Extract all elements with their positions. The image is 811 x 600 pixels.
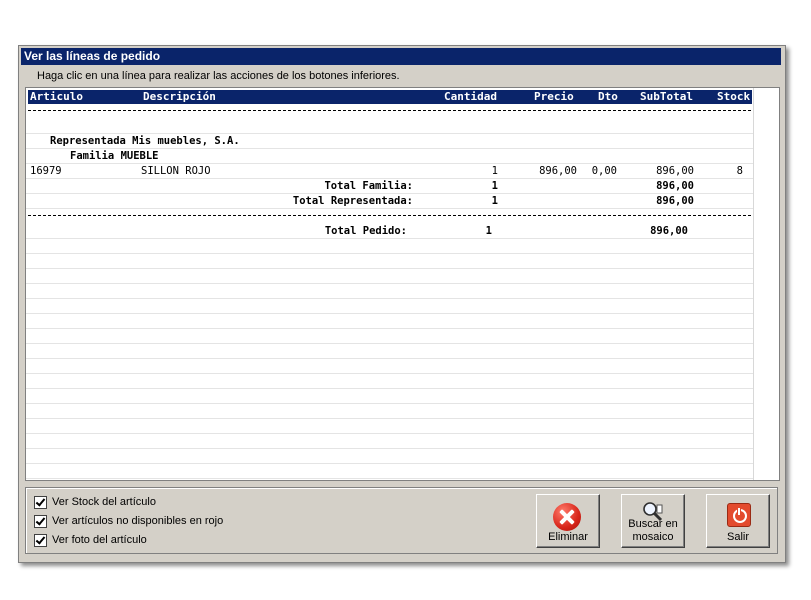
- familia-label: Familia MUEBLE: [70, 150, 159, 162]
- window-title: Ver las líneas de pedido: [21, 48, 781, 65]
- item-subtotal: 896,00: [656, 165, 694, 177]
- eliminar-label: Eliminar: [548, 531, 588, 543]
- option-ver-no-disponibles-label: Ver artículos no disponibles en rojo: [52, 515, 224, 527]
- item-cantidad: 1: [491, 165, 498, 177]
- total-familia-cantidad: 1: [491, 180, 498, 192]
- separator-row: [26, 104, 753, 119]
- order-lines-grid[interactable]: Articulo Descripción Cantidad Precio Dto…: [25, 87, 780, 481]
- table-row-familia[interactable]: Familia MUEBLE: [26, 149, 753, 164]
- eliminar-button[interactable]: Eliminar: [536, 494, 600, 548]
- col-dto[interactable]: Dto: [598, 90, 618, 104]
- instruction-text: Haga clic en una línea para realizar las…: [37, 70, 400, 82]
- total-pedido-cantidad: 1: [485, 225, 492, 237]
- representada-label: Representada Mis muebles, S.A.: [50, 135, 240, 147]
- checkbox-checked-icon[interactable]: [34, 495, 47, 509]
- options-panel: Ver Stock del artículo Ver artículos no …: [25, 487, 778, 554]
- total-representada-subtotal: 896,00: [656, 195, 694, 207]
- option-ver-no-disponibles[interactable]: Ver artículos no disponibles en rojo: [34, 513, 223, 529]
- order-lines-window: Ver las líneas de pedido Haga clic en un…: [18, 45, 786, 563]
- item-precio: 896,00: [539, 165, 577, 177]
- table-row-representada[interactable]: Representada Mis muebles, S.A.: [26, 134, 753, 149]
- total-pedido-subtotal: 896,00: [650, 225, 688, 237]
- table-row[interactable]: [26, 119, 753, 134]
- item-descripcion: SILLON ROJO: [141, 165, 211, 177]
- buscar-label-line1: Buscar en: [628, 518, 678, 530]
- empty-grid-rows: [26, 239, 753, 480]
- total-familia-subtotal: 896,00: [656, 180, 694, 192]
- option-ver-stock-label: Ver Stock del artículo: [52, 496, 156, 508]
- total-representada-cantidad: 1: [491, 195, 498, 207]
- table-row-total-representada[interactable]: Total Representada: 1 896,00: [26, 194, 753, 209]
- buscar-label-line2: mosaico: [632, 531, 674, 543]
- total-familia-label: Total Familia:: [324, 180, 413, 192]
- col-stock[interactable]: Stock: [717, 90, 750, 104]
- col-cantidad[interactable]: Cantidad: [444, 90, 497, 104]
- table-row-total-familia[interactable]: Total Familia: 1 896,00: [26, 179, 753, 194]
- grid-column-divider: [753, 88, 754, 480]
- buscar-mosaico-label: Buscar en mosaico: [622, 518, 684, 544]
- item-dto: 0,00: [591, 165, 617, 177]
- buscar-mosaico-button[interactable]: Buscar en mosaico: [621, 494, 685, 548]
- power-icon: [727, 503, 751, 527]
- col-articulo[interactable]: Articulo: [30, 90, 83, 104]
- delete-x-icon: [553, 503, 581, 531]
- salir-button[interactable]: Salir: [706, 494, 770, 548]
- col-subtotal[interactable]: SubTotal: [640, 90, 693, 104]
- col-descripcion[interactable]: Descripción: [143, 90, 216, 104]
- option-ver-stock[interactable]: Ver Stock del artículo: [34, 494, 156, 510]
- table-row-item[interactable]: 16979 SILLON ROJO 1 896,00 0,00 896,00 8: [26, 164, 753, 179]
- total-pedido-label: Total Pedido:: [324, 225, 407, 237]
- col-precio[interactable]: Precio: [534, 90, 574, 104]
- item-stock: 8: [736, 165, 743, 177]
- grid-rows: Representada Mis muebles, S.A. Familia M…: [26, 104, 753, 480]
- total-representada-label: Total Representada:: [292, 195, 413, 207]
- salir-label: Salir: [726, 531, 749, 543]
- option-ver-foto-label: Ver foto del artículo: [52, 534, 147, 546]
- checkbox-checked-icon[interactable]: [34, 533, 47, 547]
- option-ver-foto[interactable]: Ver foto del artículo: [34, 532, 147, 548]
- item-articulo: 16979: [30, 165, 62, 177]
- table-row-total-pedido[interactable]: Total Pedido: 1 896,00: [26, 224, 753, 239]
- checkbox-checked-icon[interactable]: [34, 514, 47, 528]
- grid-header: Articulo Descripción Cantidad Precio Dto…: [28, 90, 752, 104]
- separator-row: [26, 209, 753, 224]
